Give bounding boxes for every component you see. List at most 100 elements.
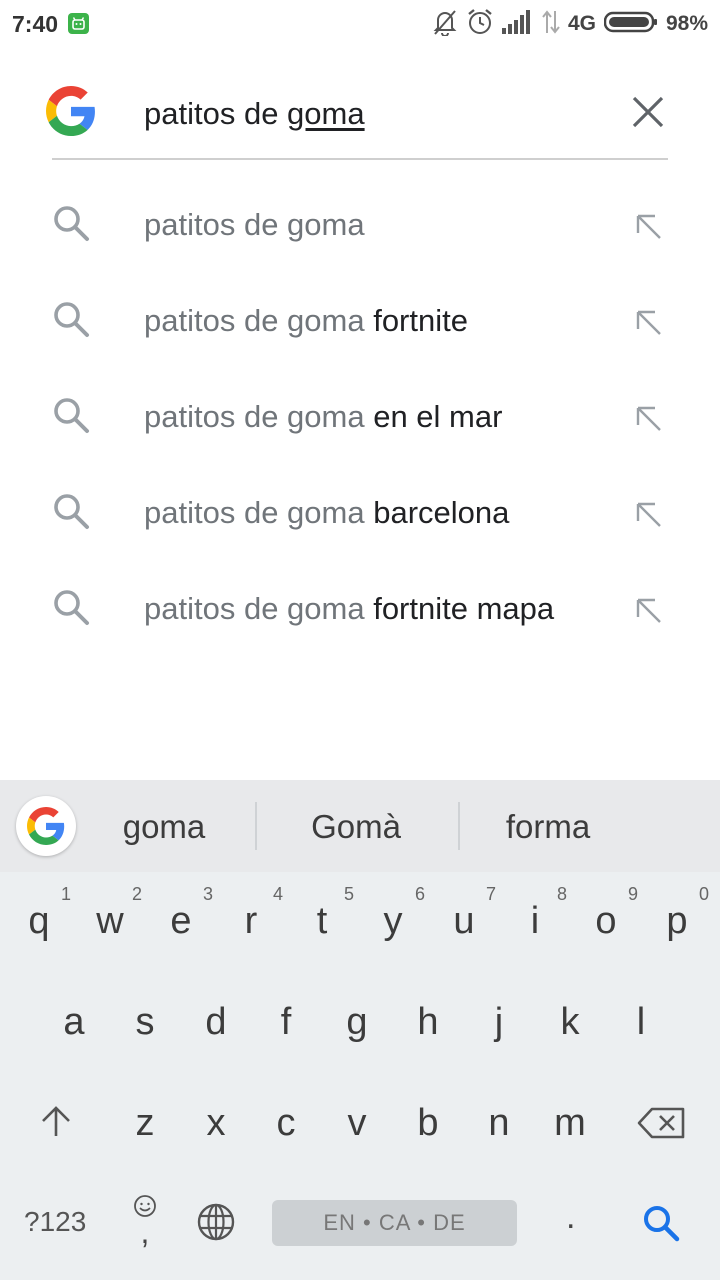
key-label: i	[530, 900, 540, 942]
network-type: 4G	[567, 12, 596, 35]
status-bar: 7:40 4G 98%	[0, 0, 720, 48]
key-label: z	[135, 1102, 155, 1144]
key-w[interactable]: w2	[74, 872, 146, 972]
google-g-icon	[27, 807, 65, 845]
key-a[interactable]: a	[38, 973, 110, 1073]
suggestion-completion: barcelona	[364, 495, 510, 530]
arrow-up-left-icon	[636, 502, 661, 527]
key-t[interactable]: t5	[286, 872, 358, 972]
search-input[interactable]: patitos de goma	[144, 96, 365, 132]
key-hint: 3	[202, 884, 213, 904]
suggestion-item[interactable]: patitos de goma fortnite mapa	[0, 562, 720, 658]
key-hint: 0	[698, 884, 709, 904]
fill-query-button[interactable]	[630, 208, 666, 249]
keyboard-suggestion-1[interactable]: goma	[74, 808, 254, 846]
key-g[interactable]: g	[321, 973, 393, 1073]
space-bar[interactable]: EN • CA • DE	[272, 1200, 517, 1246]
key-y[interactable]: y6	[357, 872, 429, 972]
shift-key[interactable]	[38, 1104, 74, 1145]
suggestion-item[interactable]: patitos de goma	[0, 178, 720, 274]
key-e[interactable]: e3	[145, 872, 217, 972]
key-row-1: q1w2e3r4t5y6u7i8o9p0	[0, 872, 720, 972]
key-s[interactable]: s	[109, 973, 181, 1073]
key-x[interactable]: x	[180, 1074, 252, 1174]
key-l[interactable]: l	[605, 973, 677, 1073]
key-n[interactable]: n	[463, 1074, 535, 1174]
gboard-google-button[interactable]	[16, 796, 76, 856]
emoji-comma-key[interactable]: ,	[130, 1194, 160, 1250]
key-hint: 1	[60, 884, 71, 904]
suggestion-list: patitos de goma patitos de goma fortnite p…	[0, 178, 720, 658]
keyboard-suggestion-2[interactable]: Gomà	[266, 808, 446, 846]
key-label: x	[206, 1102, 226, 1144]
key-label: a	[63, 1001, 85, 1043]
suggestion-completion: fortnite	[364, 303, 468, 338]
suggestion-query: patitos de goma	[144, 399, 365, 434]
fill-query-button[interactable]	[630, 400, 666, 441]
status-time: 7:40	[12, 11, 59, 37]
google-logo-icon	[46, 86, 96, 141]
key-u[interactable]: u7	[428, 872, 500, 972]
suggestion-completion: fortnite mapa	[364, 591, 555, 626]
key-label: p	[666, 900, 688, 942]
key-row-2: asdfg hjkl	[0, 973, 720, 1073]
keyboard-suggestion-strip: goma Gomà forma	[0, 780, 720, 872]
period-key[interactable]: .	[566, 1198, 575, 1237]
key-label: h	[417, 1001, 439, 1043]
key-hint: 8	[556, 884, 567, 904]
signal-icon	[501, 9, 534, 39]
suggestion-item[interactable]: patitos de goma en el mar	[0, 370, 720, 466]
suggestion-query: patitos de goma	[144, 207, 365, 242]
key-label: b	[417, 1102, 439, 1144]
search-icon	[644, 1206, 680, 1242]
symbols-key[interactable]: ?123	[24, 1206, 86, 1238]
key-r[interactable]: r4	[215, 872, 287, 972]
fill-query-button[interactable]	[630, 496, 666, 537]
suggestion-item[interactable]: patitos de goma barcelona	[0, 466, 720, 562]
search-key[interactable]	[642, 1204, 680, 1247]
key-b[interactable]: b	[392, 1074, 464, 1174]
key-label: g	[346, 1001, 368, 1043]
key-d[interactable]: d	[180, 973, 252, 1073]
key-z[interactable]: z	[109, 1074, 181, 1174]
key-label: n	[488, 1102, 510, 1144]
arrow-up-left-icon	[636, 406, 661, 431]
arrow-up-left-icon	[636, 310, 661, 335]
search-bar[interactable]: patitos de goma	[46, 72, 668, 160]
key-j[interactable]: j	[463, 973, 535, 1073]
comma-label: ,	[140, 1214, 150, 1250]
key-p[interactable]: p0	[641, 872, 713, 972]
suggestion-text: patitos de goma	[144, 207, 365, 243]
key-hint: 4	[272, 884, 283, 904]
key-label: m	[554, 1102, 586, 1144]
key-row-3: z x cvb n m	[0, 1074, 720, 1174]
suggestion-query: patitos de goma	[144, 591, 365, 626]
key-label: d	[205, 1001, 227, 1043]
search-icon	[52, 396, 90, 439]
keyboard: goma Gomà forma q1w2e3r4t5y6u7i8o9p0 asd…	[0, 780, 720, 1280]
key-label: y	[383, 900, 403, 942]
key-k[interactable]: k	[534, 973, 606, 1073]
search-icon	[52, 300, 90, 343]
data-transfer-icon	[542, 9, 560, 40]
key-m[interactable]: m	[534, 1074, 606, 1174]
fill-query-button[interactable]	[630, 592, 666, 633]
suggestion-text: patitos de goma en el mar	[144, 399, 502, 435]
backspace-key[interactable]	[636, 1106, 686, 1145]
key-label: c	[276, 1102, 296, 1144]
key-label: q	[28, 900, 50, 942]
keyboard-suggestion-3[interactable]: forma	[458, 808, 638, 846]
key-q[interactable]: q1	[3, 872, 75, 972]
key-f[interactable]: f	[250, 973, 322, 1073]
fill-query-button[interactable]	[630, 304, 666, 345]
key-i[interactable]: i8	[499, 872, 571, 972]
language-key[interactable]	[196, 1202, 236, 1247]
key-o[interactable]: o9	[570, 872, 642, 972]
suggestion-item[interactable]: patitos de goma fortnite	[0, 274, 720, 370]
suggestion-text: patitos de goma barcelona	[144, 495, 509, 531]
key-c[interactable]: c	[250, 1074, 322, 1174]
key-v[interactable]: v	[321, 1074, 393, 1174]
clear-search-button[interactable]	[628, 92, 668, 132]
key-h[interactable]: h	[392, 973, 464, 1073]
suggestion-divider	[255, 802, 257, 850]
